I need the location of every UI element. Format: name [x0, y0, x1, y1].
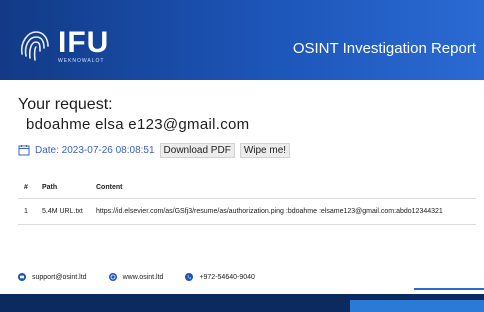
footer-website-item: www.osint.ltd — [108, 273, 164, 281]
mail-icon — [18, 273, 26, 281]
footer-email[interactable]: support@osint.ltd — [32, 274, 87, 281]
column-header-content: Content — [90, 178, 476, 199]
request-label: Your request: — [18, 96, 113, 113]
date-row: Date: 2023-07-26 08:08:51 Download PDF W… — [18, 142, 291, 158]
calendar-icon — [18, 145, 30, 156]
wipe-me-button[interactable]: Wipe me! — [239, 142, 291, 158]
logo: IFU WEKNOWALOT — [14, 24, 124, 70]
footer-email-item: support@osint.ltd — [18, 273, 87, 281]
footer-phone-item: +972-54640-9040 — [185, 273, 255, 281]
logo-tagline: WEKNOWALOT — [58, 58, 105, 64]
phone-icon — [185, 273, 194, 281]
report-card: Your request: bdoahme elsa e123@gmail.co… — [0, 80, 484, 294]
results-table: # Path Content 1 5.4M URL.txt https://id… — [18, 178, 476, 225]
globe-icon — [108, 273, 117, 281]
row-number: 1 — [18, 198, 36, 225]
column-header-path: Path — [36, 178, 90, 199]
bottom-accent-strip — [350, 300, 484, 312]
table-header-row: # Path Content — [18, 178, 476, 199]
fingerprint-icon — [20, 31, 49, 61]
accent-divider — [414, 288, 484, 290]
footer-website[interactable]: www.osint.ltd — [123, 274, 164, 281]
logo-text: IFU — [58, 26, 110, 59]
report-date: Date: 2023-07-26 08:08:51 — [35, 144, 155, 156]
column-header-number: # — [18, 178, 36, 199]
row-content: https://id.elsevier.com/as/GSfj3/resume/… — [90, 198, 476, 225]
table-row: 1 5.4M URL.txt https://id.elsevier.com/a… — [18, 198, 476, 225]
report-header: IFU WEKNOWALOT OSINT Investigation Repor… — [0, 0, 484, 80]
footer-phone[interactable]: +972-54640-9040 — [199, 274, 254, 281]
contact-footer: support@osint.ltd www.osint.ltd +972-546… — [18, 273, 277, 281]
row-path: 5.4M URL.txt — [36, 198, 90, 225]
download-pdf-button[interactable]: Download PDF — [159, 142, 235, 158]
page-title: OSINT Investigation Report — [292, 40, 476, 57]
request-email: bdoahme elsa e123@gmail.com — [26, 116, 250, 133]
